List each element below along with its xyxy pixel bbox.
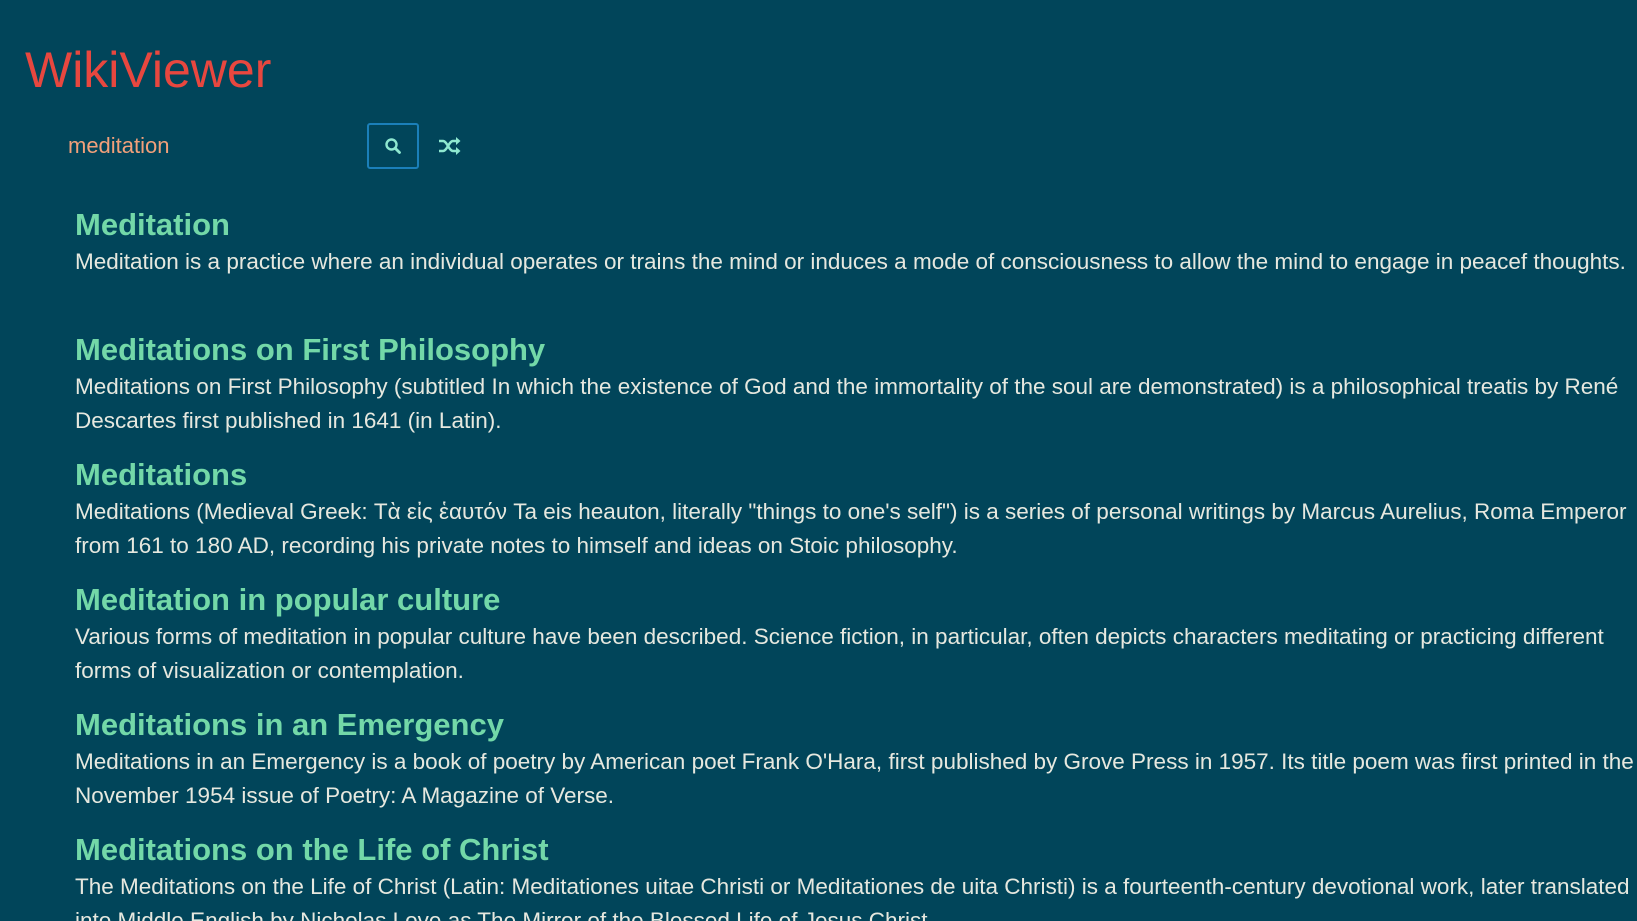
shuffle-icon	[437, 136, 461, 156]
result-snippet: Meditation is a practice where an indivi…	[75, 249, 1626, 274]
result-title[interactable]: Meditation in popular culture	[75, 580, 1637, 620]
search-icon	[384, 137, 402, 155]
result-item[interactable]: Meditation in popular culture Various fo…	[75, 580, 1637, 705]
result-item[interactable]: Meditations on First Philosophy Meditati…	[75, 330, 1637, 455]
result-snippet: The Meditations on the Life of Christ (L…	[75, 874, 1630, 921]
result-title[interactable]: Meditations on First Philosophy	[75, 330, 1637, 370]
result-title[interactable]: Meditations on the Life of Christ	[75, 830, 1637, 870]
random-article-button[interactable]	[431, 123, 467, 169]
search-button[interactable]	[367, 123, 419, 169]
search-input[interactable]	[58, 124, 358, 168]
result-item[interactable]: Meditations in an Emergency Meditations …	[75, 705, 1637, 830]
result-item[interactable]: Meditations on the Life of Christ The Me…	[75, 830, 1637, 921]
results-list: Meditation Meditation is a practice wher…	[75, 205, 1637, 921]
result-snippet: Meditations (Medieval Greek: Τὰ εἰς ἑαυτ…	[75, 499, 1627, 558]
result-snippet: Various forms of meditation in popular c…	[75, 624, 1604, 683]
result-snippet: Meditations on First Philosophy (subtitl…	[75, 374, 1619, 433]
result-item[interactable]: Meditation Meditation is a practice wher…	[75, 205, 1637, 330]
app-title: WikiViewer	[25, 42, 272, 98]
result-title[interactable]: Meditations	[75, 455, 1637, 495]
result-snippet: Meditations in an Emergency is a book of…	[75, 749, 1634, 808]
result-title[interactable]: Meditation	[75, 205, 1637, 245]
search-bar	[58, 121, 467, 171]
result-item[interactable]: Meditations Meditations (Medieval Greek:…	[75, 455, 1637, 580]
result-title[interactable]: Meditations in an Emergency	[75, 705, 1637, 745]
